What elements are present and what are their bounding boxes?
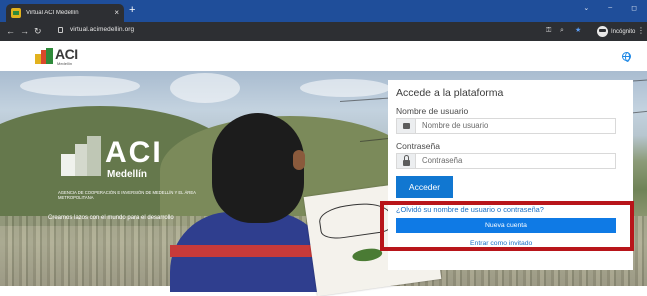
hero-agency-name: AGENCIA DE COOPERACIÓN E INVERSIÓN DE ME…	[58, 190, 196, 200]
user-icon	[397, 119, 416, 133]
favicon-icon	[11, 8, 21, 18]
chevron-down-icon[interactable]: ⌄	[583, 4, 589, 12]
hero-slogan: Creamos lazos con el mundo para el desar…	[48, 215, 174, 221]
language-globe-icon[interactable]	[622, 52, 631, 62]
lock-icon	[397, 154, 416, 168]
password-field[interactable]: Contraseña	[396, 153, 616, 169]
tab-title: Virtual ACI Medellín	[26, 10, 79, 16]
site-header: ACI Medellín	[0, 41, 647, 71]
incognito-indicator[interactable]: Incógnito	[597, 26, 635, 37]
lock-icon[interactable]	[58, 27, 63, 33]
address-bar[interactable]: virtual.acimedellin.org ⚿ ⌕ ★	[58, 25, 588, 38]
logo-text: ACI	[55, 46, 78, 62]
incognito-label: Incógnito	[611, 28, 636, 35]
username-label: Nombre de usuario	[396, 106, 469, 116]
logo-subtext: Medellín	[57, 61, 73, 66]
reload-icon[interactable]: ↻	[34, 25, 42, 37]
key-icon[interactable]: ⚿	[546, 27, 551, 35]
star-icon[interactable]: ★	[575, 27, 581, 35]
minimize-icon[interactable]: –	[608, 4, 612, 12]
url-text[interactable]: virtual.acimedellin.org	[70, 26, 134, 33]
tab-close-button[interactable]: ×	[114, 9, 119, 17]
zoom-icon[interactable]: ⌕	[560, 27, 564, 35]
site-logo[interactable]: ACI Medellín	[35, 46, 85, 66]
boy-shirt-stripe	[170, 245, 330, 257]
menu-icon[interactable]: ⋮	[637, 26, 645, 36]
incognito-icon	[597, 26, 608, 37]
login-button[interactable]: Acceder	[396, 176, 453, 198]
highlight-box	[380, 201, 634, 251]
hero-logo-text: ACI	[105, 136, 163, 169]
new-tab-button[interactable]: +	[129, 5, 135, 16]
login-title: Accede a la plataforma	[396, 87, 504, 99]
browser-tab-bar: Virtual ACI Medellín × + ⌄ – ◻	[0, 0, 647, 22]
browser-toolbar: ← → ↻ virtual.acimedellin.org ⚿ ⌕ ★	[0, 22, 647, 41]
window-controls: ⌄ – ◻	[583, 4, 637, 12]
username-placeholder[interactable]: Nombre de usuario	[422, 121, 488, 130]
username-field[interactable]: Nombre de usuario	[396, 118, 616, 134]
logo-mark	[35, 48, 54, 64]
password-placeholder[interactable]: Contraseña	[422, 156, 462, 165]
browser-tab[interactable]: Virtual ACI Medellín ×	[6, 4, 124, 22]
hero-logo-city: Medellín	[107, 169, 148, 180]
restore-icon[interactable]: ◻	[631, 4, 637, 12]
boy-head	[212, 113, 304, 223]
boy-ear	[293, 150, 305, 170]
hero-logo-mark	[55, 132, 105, 187]
back-icon[interactable]: ←	[6, 25, 15, 37]
forward-icon[interactable]: →	[20, 25, 29, 37]
password-label: Contraseña	[396, 141, 440, 151]
